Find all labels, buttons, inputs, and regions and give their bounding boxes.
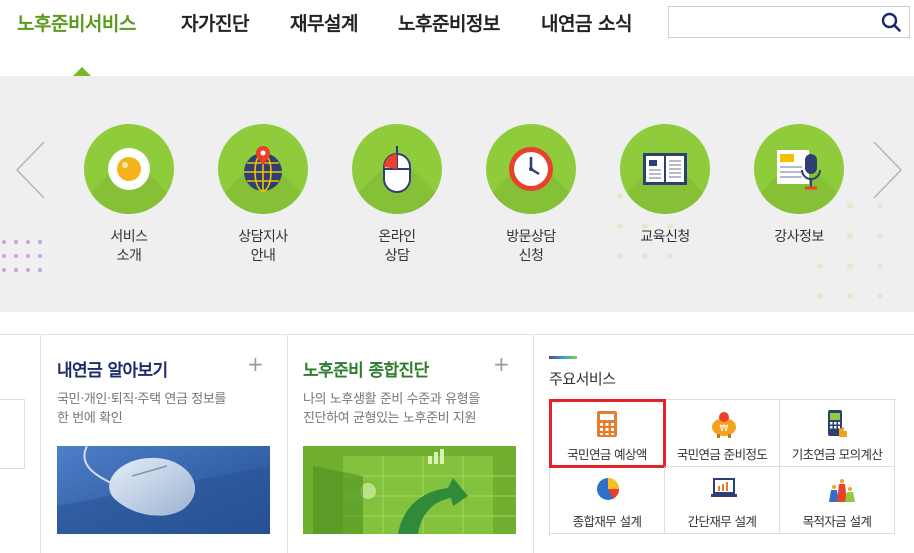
service-label: 상담지사 안내: [238, 229, 288, 264]
main-service-simple-finance[interactable]: 간단재무 설계: [665, 467, 780, 534]
clock-icon: [509, 147, 553, 191]
phone-calculator-icon: [828, 410, 847, 437]
service-label: 서비스 소개: [110, 229, 148, 264]
main-service-label: 종합재무 설계: [572, 514, 642, 529]
service-circle: [352, 124, 442, 214]
card-more-button[interactable]: +: [493, 352, 510, 376]
main-service-label: 간단재무 설계: [687, 514, 757, 529]
finance-chart-image: [303, 446, 516, 534]
main-service-purpose-fund[interactable]: 목적자금 설계: [780, 467, 895, 534]
service-item-online-consult[interactable]: 온라인 상담: [342, 124, 452, 266]
service-circle: [84, 124, 174, 214]
service-circle: [754, 124, 844, 214]
book-icon: [643, 153, 687, 185]
card-more-button[interactable]: +: [247, 352, 264, 376]
main-service-pension-readiness[interactable]: ₩ 국민연금 준비정도: [665, 400, 780, 467]
main-service-label: 국민연금 준비정도: [676, 447, 768, 462]
microphone-icon: [777, 150, 821, 190]
mouse-icon: [383, 146, 411, 193]
nav-item-financial-planning[interactable]: 재무설계: [290, 9, 358, 36]
nav-item-self-diagnosis[interactable]: 자가진단: [181, 9, 249, 36]
piggy-bank-icon: ₩: [712, 412, 736, 438]
service-item-education[interactable]: 교육신청: [610, 124, 720, 247]
service-label: 교육신청: [640, 229, 690, 245]
finance-chart-photo[interactable]: [303, 446, 516, 534]
search-icon[interactable]: [881, 12, 901, 32]
divider: [0, 334, 914, 335]
pie-chart-icon: [597, 478, 620, 500]
service-carousel: 서비스 소개 상담지사 안내 온라인 상담 방문상담 신청 교육신청 강사정보: [0, 76, 914, 312]
laptop-chart-icon: [711, 478, 737, 497]
main-service-label: 국민연금 예상액: [567, 447, 647, 462]
service-item-branch-guide[interactable]: 상담지사 안내: [208, 124, 318, 266]
fried-egg-icon: [108, 148, 150, 190]
content-section: 내연금 알아보기 + 국민·개인·퇴직·주택 연금 정보를 한 번에 확인 노후…: [0, 312, 914, 553]
computer-mouse-image: [57, 446, 270, 534]
main-service-pension-estimate[interactable]: 국민연금 예상액: [549, 399, 666, 468]
section-accent-bar: [549, 356, 577, 359]
carousel-prev-arrow-icon[interactable]: [14, 140, 46, 200]
service-item-visit-consult[interactable]: 방문상담 신청: [476, 124, 586, 266]
card-title-my-pension[interactable]: 내연금 알아보기: [57, 356, 168, 381]
divider: [287, 334, 288, 553]
service-label: 강사정보: [774, 229, 824, 245]
globe-pin-icon: [244, 146, 282, 192]
money-bags-icon: [829, 479, 855, 502]
card-description: 나의 노후생활 준비 수준과 유형을 진단하여 균형있는 노후준비 지원: [303, 392, 480, 426]
top-nav: 노후준비서비스 자가진단 재무설계 노후준비정보 내연금 소식: [0, 0, 914, 76]
service-item-instructor-info[interactable]: 강사정보: [744, 124, 854, 247]
service-circle: [486, 124, 576, 214]
main-service-basic-pension-sim[interactable]: 기초연금 모의계산: [780, 400, 895, 467]
service-label: 온라인 상담: [378, 229, 416, 264]
main-services-title: 주요서비스: [549, 370, 616, 388]
calculator-icon: [597, 411, 617, 437]
card-title-comprehensive-diagnosis[interactable]: 노후준비 종합진단: [303, 356, 429, 381]
service-circle: [620, 124, 710, 214]
decorative-dots: [2, 240, 42, 272]
main-service-label: 목적자금 설계: [802, 514, 872, 529]
active-nav-indicator: [73, 67, 91, 76]
search-box: [668, 6, 910, 39]
service-item-intro[interactable]: 서비스 소개: [74, 124, 184, 266]
card-description: 국민·개인·퇴직·주택 연금 정보를 한 번에 확인: [57, 392, 226, 426]
nav-item-retirement-info[interactable]: 노후준비정보: [398, 9, 500, 36]
divider: [40, 334, 41, 553]
nav-item-retirement-service[interactable]: 노후준비서비스: [17, 9, 136, 36]
carousel-next-arrow-icon[interactable]: [872, 140, 904, 200]
main-service-label: 기초연금 모의계산: [791, 447, 883, 462]
service-circle: [218, 124, 308, 214]
search-input[interactable]: [677, 7, 881, 39]
nav-item-pension-news[interactable]: 내연금 소식: [541, 9, 633, 36]
svg-text:₩: ₩: [720, 424, 729, 434]
service-label: 방문상담 신청: [506, 229, 556, 264]
mouse-photo[interactable]: [57, 446, 270, 534]
partial-card: [0, 399, 25, 469]
main-services-grid: 국민연금 예상액 ₩ 국민연금 준비정도 기초연금 모의계산 종합재무 설계 간…: [549, 399, 896, 536]
divider: [533, 334, 534, 553]
main-service-comprehensive-finance[interactable]: 종합재무 설계: [550, 467, 665, 534]
